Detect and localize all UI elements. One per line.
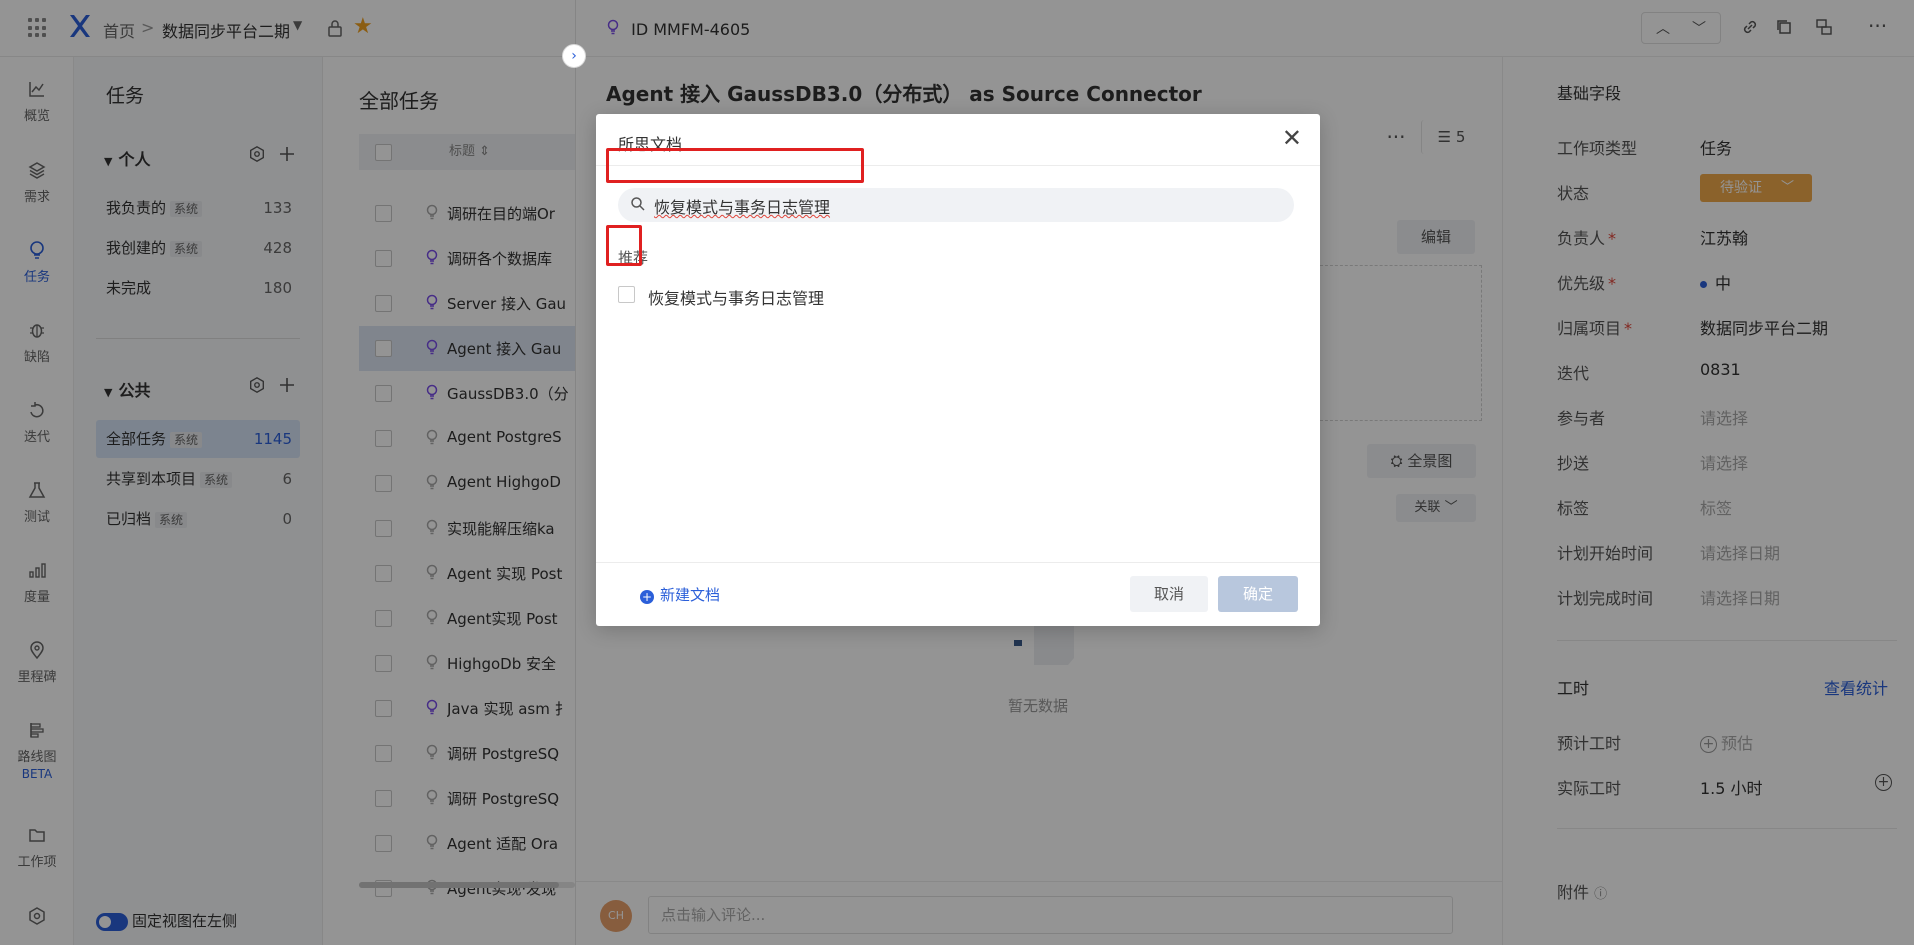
divider: [596, 562, 1320, 563]
highlight-search: [606, 148, 864, 183]
new-document-link[interactable]: + 新建文档: [640, 584, 720, 605]
confirm-button[interactable]: 确定: [1218, 576, 1298, 612]
plus-circle-icon: +: [640, 590, 654, 604]
close-icon[interactable]: ✕: [1282, 126, 1302, 150]
link-document-dialog: 所思文档 ✕ 恢复模式与事务日志管理 推荐 恢复模式与事务日志管理 + 新建文档 …: [596, 114, 1320, 626]
cancel-button[interactable]: 取消: [1130, 576, 1208, 612]
search-value: 恢复模式与事务日志管理: [654, 198, 831, 217]
search-icon: [630, 196, 646, 216]
highlight-checkbox: [606, 225, 642, 266]
document-title: 恢复模式与事务日志管理: [648, 289, 825, 308]
new-document-label: 新建文档: [660, 586, 721, 604]
collapse-panel-button[interactable]: ›: [562, 44, 586, 68]
search-input[interactable]: 恢复模式与事务日志管理: [618, 188, 1294, 222]
document-checkbox[interactable]: [618, 286, 635, 303]
